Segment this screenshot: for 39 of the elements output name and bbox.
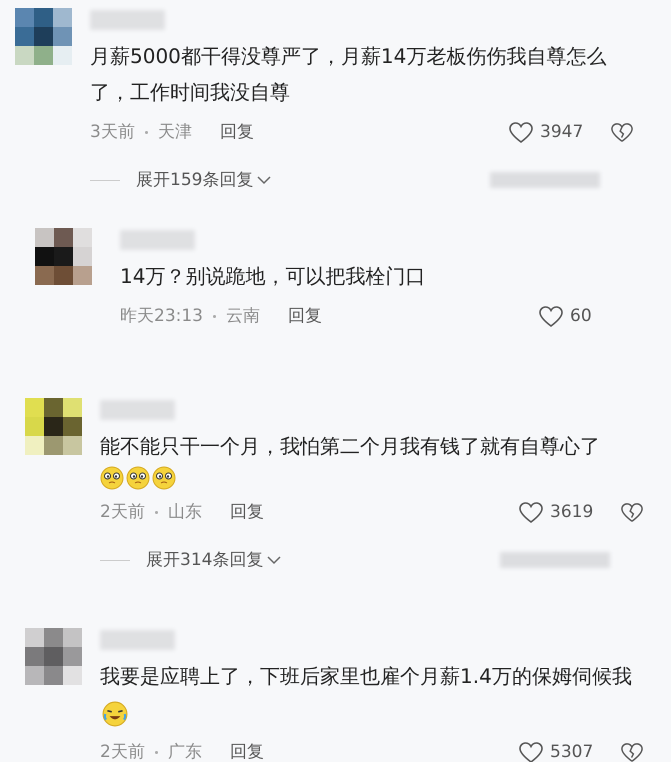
squinting-emoji-icon	[100, 466, 124, 490]
comment-text: 我要是应聘上了，下班后家里也雇个月薪1.4万的保姆伺候我	[100, 664, 632, 688]
chevron-down-icon	[267, 556, 282, 565]
heart-icon[interactable]	[538, 304, 564, 329]
heart-icon[interactable]	[518, 740, 544, 762]
like-count: 60	[570, 305, 592, 328]
comment-text: 能不能只干一个月，我怕第二个月我有钱了就有自尊心了	[100, 433, 601, 460]
pixelated-avatar	[25, 628, 82, 685]
comment-time: 2天前	[100, 501, 145, 524]
comment-time: 3天前	[90, 121, 135, 144]
chevron-down-icon	[257, 176, 272, 185]
squinting-emoji-icon	[152, 466, 176, 490]
pixelated-avatar	[25, 398, 82, 455]
like-count: 3619	[550, 501, 594, 524]
heart-icon[interactable]	[508, 120, 534, 145]
heart-icon[interactable]	[518, 500, 544, 525]
expand-replies-link[interactable]: 展开314条回复	[146, 548, 282, 573]
reply-link[interactable]: 回复	[230, 500, 264, 526]
reply-link[interactable]: 回复	[220, 120, 254, 146]
crying-laughing-emoji-icon	[102, 700, 128, 727]
comment-location: 广东	[168, 741, 202, 762]
squinting-emoji-icon	[126, 466, 150, 490]
comment-text: 月薪5000都干得没尊严了，月薪14万老板伤伤我自尊怎么了，工作时间我没自尊	[90, 43, 608, 106]
comment-location: 云南	[226, 305, 260, 328]
broken-heart-icon[interactable]	[620, 742, 644, 762]
reply-link[interactable]: 回复	[288, 304, 322, 330]
pixelated-avatar	[15, 8, 72, 65]
like-count: 5307	[550, 741, 594, 762]
pixelated-avatar	[35, 228, 92, 285]
broken-heart-icon[interactable]	[620, 502, 644, 524]
comment-location: 山东	[168, 501, 202, 524]
reply-link[interactable]: 回复	[230, 740, 264, 762]
like-count: 3947	[540, 121, 584, 144]
broken-heart-icon[interactable]	[610, 122, 634, 144]
expand-replies-link[interactable]: 展开159条回复	[136, 168, 272, 193]
comment-location: 天津	[158, 121, 192, 144]
comment-time: 2天前	[100, 741, 145, 762]
comment-text: 14万？别说跪地，可以把我栓门口	[120, 263, 426, 290]
comment-time: 昨天23:13	[120, 305, 203, 328]
